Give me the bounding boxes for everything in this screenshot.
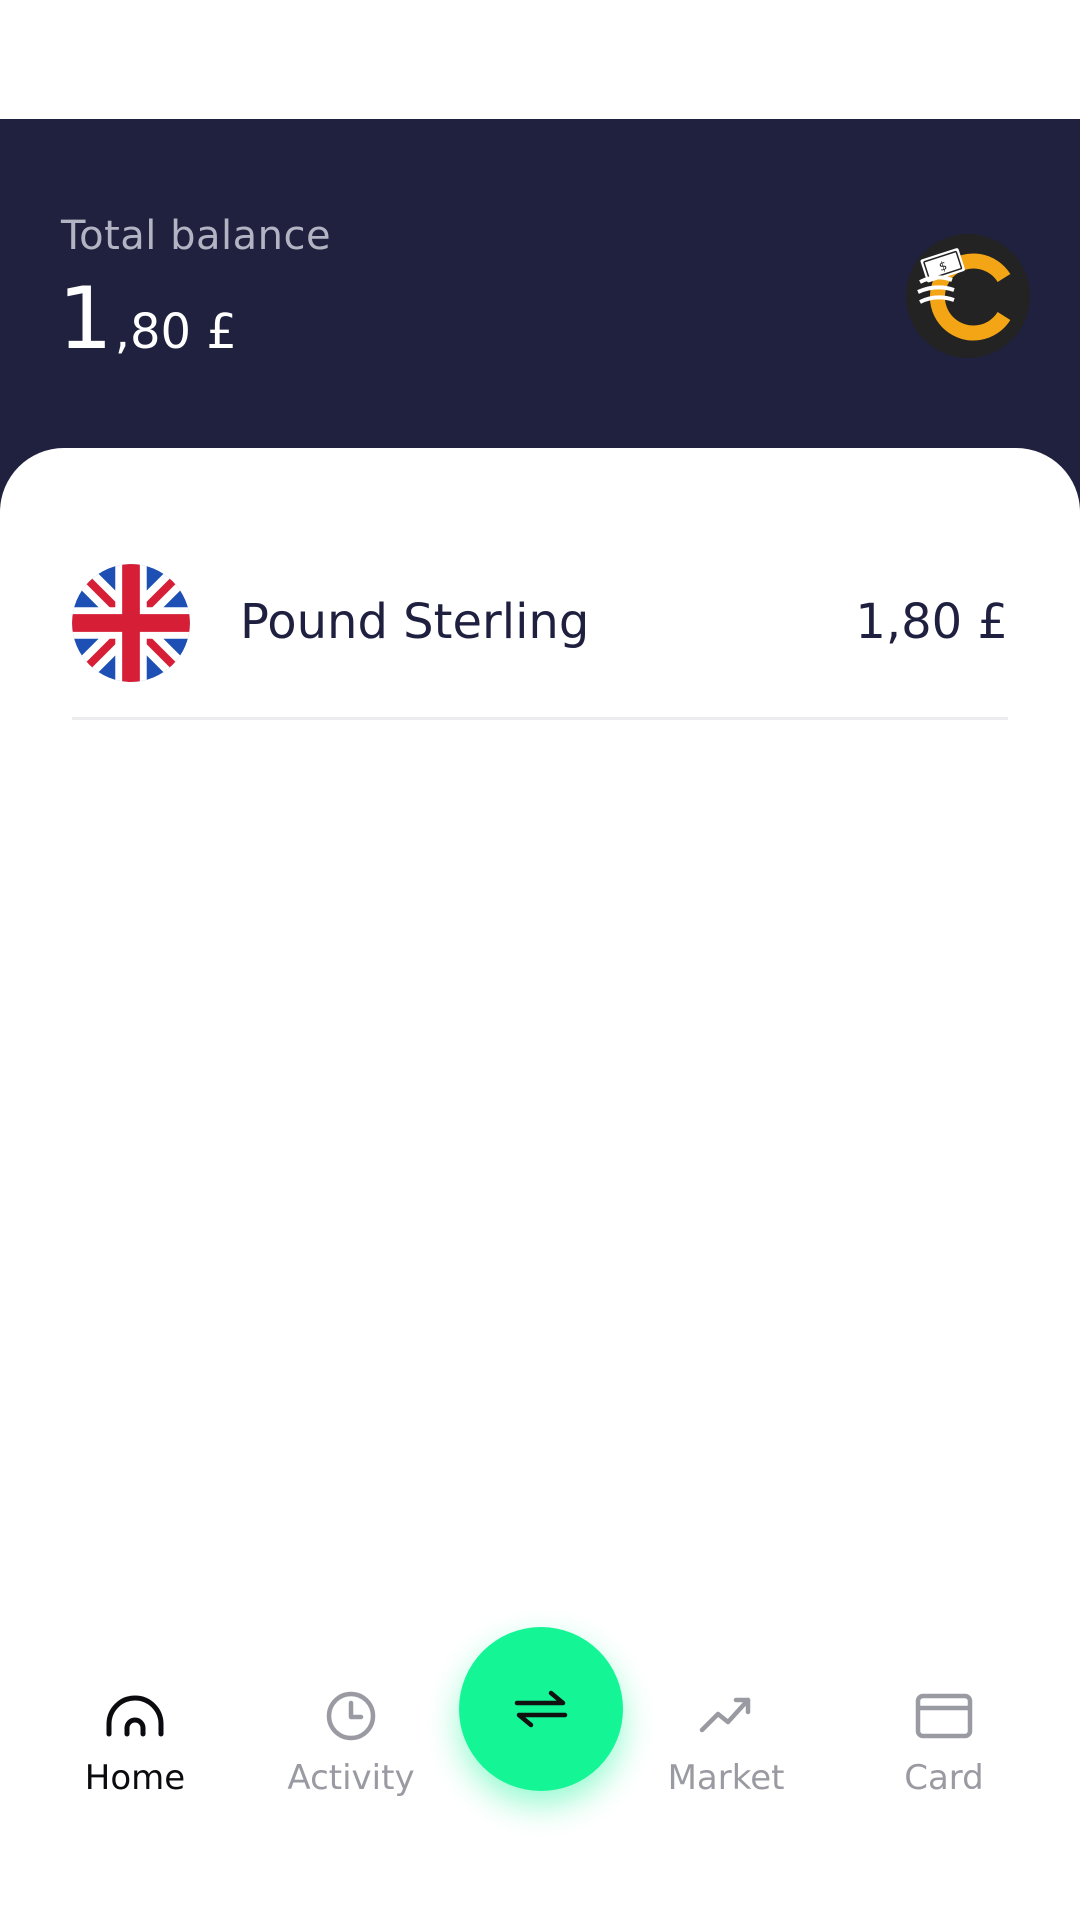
nav-card[interactable]: Card (854, 1684, 1034, 1824)
nav-card-label: Card (904, 1758, 984, 1798)
currency-name: Pound Sterling (240, 594, 590, 650)
nav-activity-label: Activity (287, 1758, 415, 1798)
balance-fraction: ,80 £ (114, 304, 237, 360)
nav-activity[interactable]: Activity (261, 1684, 441, 1824)
balance-label: Total balance (61, 213, 332, 259)
bottom-navigation: Home Activity Market Card (0, 1600, 1080, 1920)
account-row-gbp[interactable]: Pound Sterling 1,80 £ (72, 564, 1008, 720)
uk-flag-icon (72, 564, 190, 682)
home-icon (106, 1695, 164, 1737)
currency-balance: 1,80 £ (855, 594, 1008, 650)
trend-icon (699, 1697, 751, 1733)
nav-home[interactable]: Home (45, 1684, 225, 1824)
nav-market-label: Market (667, 1758, 785, 1798)
nav-market[interactable]: Market (636, 1684, 816, 1824)
app-logo-icon: $ (906, 234, 1030, 358)
status-bar-area (0, 0, 1080, 119)
clock-icon (326, 1691, 376, 1741)
row-divider (72, 717, 1008, 720)
card-icon (915, 1693, 973, 1739)
transfer-icon (514, 1690, 568, 1728)
app-logo-avatar[interactable]: $ (906, 234, 1030, 358)
balance-integer: 1 (58, 269, 113, 369)
transfer-button[interactable] (459, 1627, 623, 1791)
home-screen: Total balance 1,80 £ $ Pound Sterling 1,… (0, 0, 1080, 1920)
nav-home-label: Home (84, 1758, 186, 1798)
total-balance-amount: 1,80 £ (58, 276, 237, 362)
